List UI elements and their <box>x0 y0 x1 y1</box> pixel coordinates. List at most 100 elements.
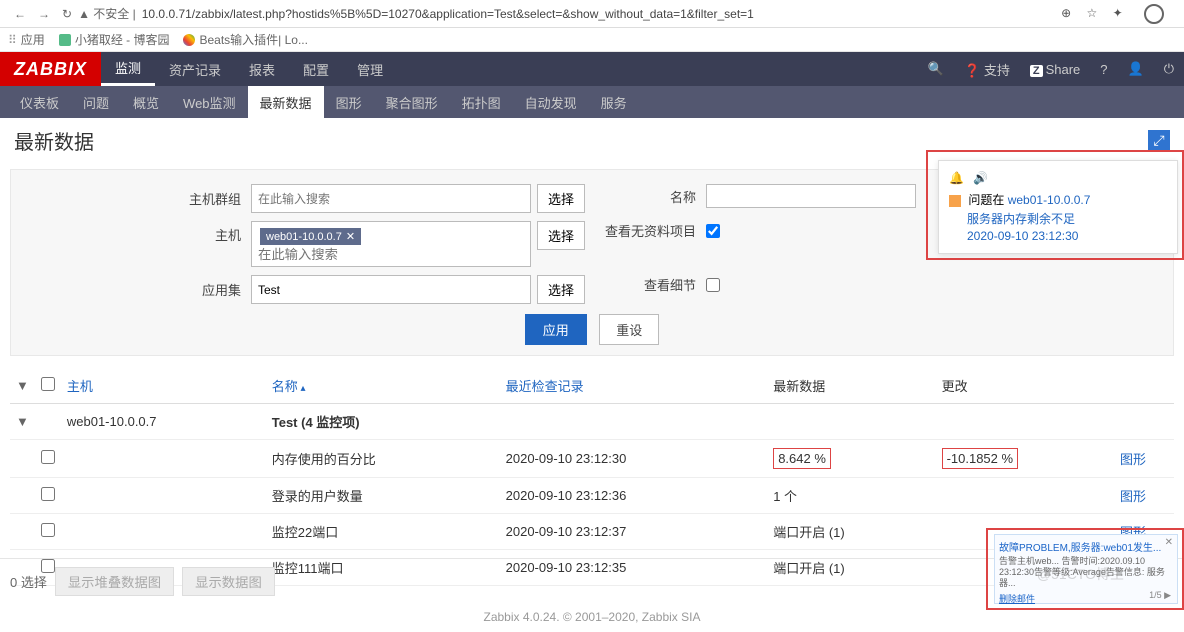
user-icon[interactable]: 👤 <box>1128 61 1144 77</box>
back-icon[interactable]: ← <box>14 7 26 21</box>
show-detail-checkbox[interactable] <box>706 278 720 292</box>
subnav-screens[interactable]: 聚合图形 <box>374 86 450 118</box>
item-name: 监控22端口 <box>266 514 500 550</box>
table-group-row: ▼ web01-10.0.0.7 Test (4 监控项) <box>10 404 1174 440</box>
col-change: 更改 <box>936 368 1114 404</box>
notification-popup: 🔔 🔊 问题在 web01-10.0.0.7 服务器内存剩余不足 2020-09… <box>938 160 1178 254</box>
name-input[interactable] <box>706 184 916 208</box>
item-data: 端口开启 (1) <box>767 514 935 550</box>
subnav-maps[interactable]: 拓扑图 <box>450 86 513 118</box>
fullscreen-button[interactable]: ⤢ <box>1148 130 1170 152</box>
subnav-graphs[interactable]: 图形 <box>324 86 374 118</box>
item-data: 1 个 <box>767 478 935 514</box>
toast-delete-link[interactable]: 删除邮件 <box>999 594 1035 604</box>
search-icon[interactable]: 🔍 <box>928 61 944 77</box>
appset-select-button[interactable]: 选择 <box>537 275 585 304</box>
apps-shortcut[interactable]: 应用 <box>8 31 45 48</box>
remove-tag-icon[interactable]: ✕ <box>346 231 355 243</box>
subnav-discovery[interactable]: 自动发现 <box>513 86 589 118</box>
notif-host-link[interactable]: web01-10.0.0.7 <box>1008 193 1091 207</box>
reload-icon[interactable]: ↻ <box>62 7 72 21</box>
subnav-overview[interactable]: 概览 <box>121 86 171 118</box>
show-no-data-checkbox[interactable] <box>706 224 720 238</box>
host-multiselect[interactable]: web01-10.0.0.7✕ <box>251 221 531 267</box>
graph-link[interactable]: 图形 <box>1120 452 1146 467</box>
expand-all-icon[interactable]: ▼ <box>16 378 29 393</box>
graph-link[interactable]: 图形 <box>1120 489 1146 504</box>
appset-label: 应用集 <box>11 280 251 299</box>
nav-monitoring[interactable]: 监测 <box>101 52 155 86</box>
subnav-problems[interactable]: 问题 <box>71 86 121 118</box>
email-toast: ✕ 故障PROBLEM,服务器:web01发生... 告警主机web... 告警… <box>994 534 1178 604</box>
help-icon[interactable]: ? <box>1100 62 1107 77</box>
bell-icon[interactable]: 🔔 <box>949 171 964 185</box>
appset-input[interactable] <box>251 275 531 304</box>
name-label: 名称 <box>591 187 706 206</box>
select-all-checkbox[interactable] <box>41 377 55 391</box>
severity-color-icon <box>949 195 961 207</box>
item-check: 2020-09-10 23:12:30 <box>500 440 768 478</box>
table-row: 登录的用户数量 2020-09-10 23:12:36 1 个 图形 <box>10 478 1174 514</box>
notif-message-link[interactable]: 服务器内存剩余不足 <box>967 212 1075 226</box>
profile-icon[interactable] <box>1138 6 1170 20</box>
nav-admin[interactable]: 管理 <box>343 52 397 86</box>
extension-icon[interactable]: ✦ <box>1113 6 1123 20</box>
subnav-services[interactable]: 服务 <box>589 86 639 118</box>
item-name: 内存使用的百分比 <box>266 440 500 478</box>
host-tag[interactable]: web01-10.0.0.7✕ <box>260 228 361 245</box>
power-icon[interactable]: ⏻ <box>1164 61 1174 77</box>
data-graph-button[interactable]: 显示数据图 <box>182 567 275 596</box>
row-checkbox[interactable] <box>41 523 55 537</box>
bookmark-bar: 应用 小猪取经 - 博客园 Beats输入插件| Lo... <box>0 28 1184 52</box>
stacked-graph-button[interactable]: 显示堆叠数据图 <box>55 567 174 596</box>
nav-inventory[interactable]: 资产记录 <box>155 52 235 86</box>
item-check: 2020-09-10 23:12:36 <box>500 478 768 514</box>
col-host[interactable]: 主机 <box>61 368 266 404</box>
share-link[interactable]: ZShare <box>1030 62 1080 77</box>
nav-reports[interactable]: 报表 <box>235 52 289 86</box>
show-no-data-label: 查看无资料项目 <box>591 221 706 240</box>
browser-address-bar: ← → ↻ ▲ 不安全 | 10.0.0.71/zabbix/latest.ph… <box>0 0 1184 28</box>
group-label: Test (4 监控项) <box>272 415 360 430</box>
col-name[interactable]: 名称 <box>266 368 500 404</box>
row-checkbox[interactable] <box>41 487 55 501</box>
host-label: 主机 <box>11 221 251 244</box>
logo[interactable]: ZABBIX <box>0 52 101 86</box>
item-data: 8.642 % <box>773 448 831 469</box>
group-host: web01-10.0.0.7 <box>61 404 266 440</box>
hostgroup-select-button[interactable]: 选择 <box>537 184 585 213</box>
toast-body: 告警主机web... 告警时间:2020.09.10 23:12:30告警等级:… <box>999 556 1173 588</box>
url-text[interactable]: 10.0.0.71/zabbix/latest.php?hostids%5B%5… <box>142 7 1055 21</box>
col-check[interactable]: 最近检查记录 <box>500 368 768 404</box>
item-change: -10.1852 % <box>942 448 1019 469</box>
star-icon[interactable]: ☆ <box>1086 6 1097 20</box>
hostgroup-input[interactable] <box>251 184 531 213</box>
subnav-latest-data[interactable]: 最新数据 <box>248 86 324 118</box>
support-link[interactable]: ❓ 支持 <box>964 60 1010 79</box>
subnav-web[interactable]: Web监测 <box>171 86 248 118</box>
nav-config[interactable]: 配置 <box>289 52 343 86</box>
row-checkbox[interactable] <box>41 450 55 464</box>
apply-button[interactable]: 应用 <box>525 314 587 345</box>
selected-count: 0 选择 <box>10 572 47 591</box>
expand-row-icon[interactable]: ▼ <box>16 414 29 429</box>
top-nav: ZABBIX 监测 资产记录 报表 配置 管理 🔍 ❓ 支持 ZShare ? … <box>0 52 1184 86</box>
show-detail-label: 查看细节 <box>591 275 706 294</box>
notif-prefix: 问题在 <box>968 193 1004 207</box>
forward-icon[interactable]: → <box>38 7 50 21</box>
hostgroup-label: 主机群组 <box>11 189 251 208</box>
item-name: 登录的用户数量 <box>266 478 500 514</box>
security-warning: ▲ 不安全 | <box>78 5 136 22</box>
notif-time-link[interactable]: 2020-09-10 23:12:30 <box>967 229 1078 243</box>
reset-button[interactable]: 重设 <box>599 314 659 345</box>
host-input[interactable] <box>258 247 511 262</box>
bookmark-item[interactable]: 小猪取经 - 博客园 <box>59 31 170 48</box>
host-select-button[interactable]: 选择 <box>537 221 585 250</box>
search-icon[interactable]: ⊕ <box>1061 6 1071 20</box>
toast-pager: 1/5 <box>1149 590 1162 600</box>
bookmark-item[interactable]: Beats输入插件| Lo... <box>183 31 308 48</box>
subnav-dashboard[interactable]: 仪表板 <box>8 86 71 118</box>
toast-close-icon[interactable]: ✕ <box>1165 537 1173 548</box>
sound-icon[interactable]: 🔊 <box>973 171 988 185</box>
toast-title[interactable]: 故障PROBLEM,服务器:web01发生... <box>999 539 1173 554</box>
